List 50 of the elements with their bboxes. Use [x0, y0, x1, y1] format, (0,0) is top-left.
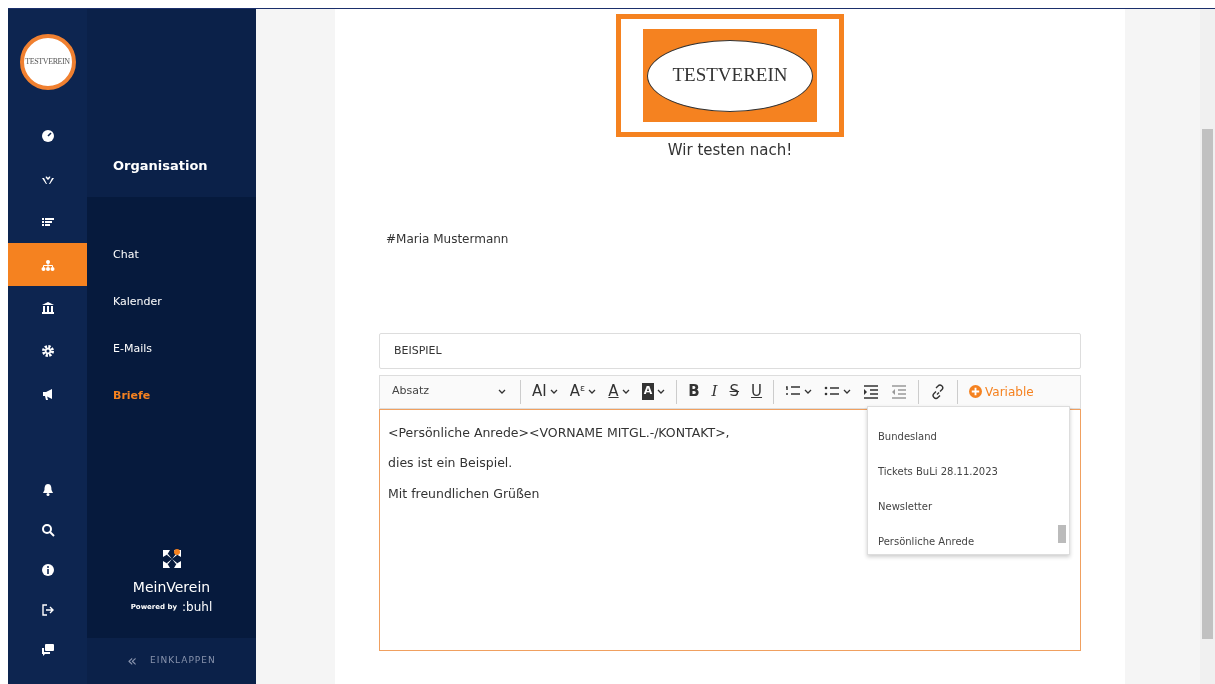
toolbar-button[interactable]: S — [724, 377, 745, 406]
plus-circle-icon — [969, 385, 983, 398]
gauge-icon — [40, 128, 55, 143]
indent-icon — [863, 383, 880, 400]
body-text: <Persönliche Anrede><VORNAME MITGL.-/KONTAKT>, — [388, 423, 730, 442]
menu-item[interactable]: Chat — [87, 232, 256, 279]
paragraph-style-select[interactable]: Absatz — [384, 383, 514, 400]
section-title: Organisation — [113, 156, 208, 175]
dropdown-item[interactable]: Newsletter — [878, 488, 933, 524]
scrollbar-thumb[interactable] — [1058, 524, 1066, 543]
caret-icon — [498, 388, 506, 395]
toolbar-button[interactable]: I — [706, 377, 723, 406]
outdent-icon — [891, 383, 908, 400]
toolbar-button[interactable]: AI — [527, 377, 563, 406]
settings-icon — [40, 343, 55, 358]
toolbar-button[interactable]: A — [636, 377, 671, 406]
select-value: Absatz — [392, 383, 430, 400]
megaphone-icon — [40, 386, 55, 401]
subject-field[interactable]: BEISPIEL — [379, 332, 1081, 369]
logo-text: TESTVEREIN — [647, 39, 813, 112]
toolbar-button[interactable]: U — [746, 377, 768, 406]
company-logo: :buhl — [182, 599, 213, 616]
bell-icon — [40, 483, 55, 497]
collapse-label: EINKLAPPEN — [150, 654, 216, 668]
dropdown-item[interactable]: Bundesland — [878, 418, 937, 454]
scrollbar-thumb[interactable] — [1202, 129, 1213, 639]
dropdown-item[interactable]: Persönliche Anrede — [878, 523, 975, 559]
bank-icon — [40, 300, 55, 315]
toolbar-button[interactable]: B — [683, 377, 705, 406]
dropdown-item[interactable]: Tickets BuLi 28.11.2023 — [878, 453, 998, 489]
toolbar-button[interactable]: Aᵋ — [564, 377, 602, 406]
menu-item[interactable]: Kalender — [87, 279, 256, 326]
menu-item[interactable]: E-Mails — [87, 326, 256, 373]
collapse-icon: « — [127, 649, 139, 673]
club-logo: TESTVEREIN — [19, 34, 76, 90]
collapse-button[interactable]: « EINKLAPPEN — [87, 638, 256, 684]
body-text: dies ist ein Beispiel. — [388, 454, 513, 473]
body-text: Mit freundlichen Grüßen — [388, 485, 540, 503]
chat-icon — [40, 643, 55, 657]
scrollbar[interactable] — [1200, 9, 1215, 684]
menu-item[interactable]: Briefe — [87, 373, 256, 420]
info-icon — [40, 563, 55, 577]
image-caption: Wir testen nach! — [666, 140, 794, 161]
toolbar-button[interactable]: A — [603, 377, 635, 406]
network-icon — [40, 257, 55, 272]
brand-name: MeinVerein — [132, 578, 211, 597]
search-icon — [40, 523, 55, 537]
recipient-text: #Maria Mustermann — [386, 230, 510, 248]
logout-icon — [40, 603, 55, 617]
text-editor[interactable]: <Persönliche Anrede><VORNAME MITGL.-/KONTAKT>, dies ist ein Beispiel. Mit freundlichen Grüßen Bundesland Tickets BuLi 28.11.2023 Newsletter Persönliche Anrede — [379, 408, 1081, 651]
